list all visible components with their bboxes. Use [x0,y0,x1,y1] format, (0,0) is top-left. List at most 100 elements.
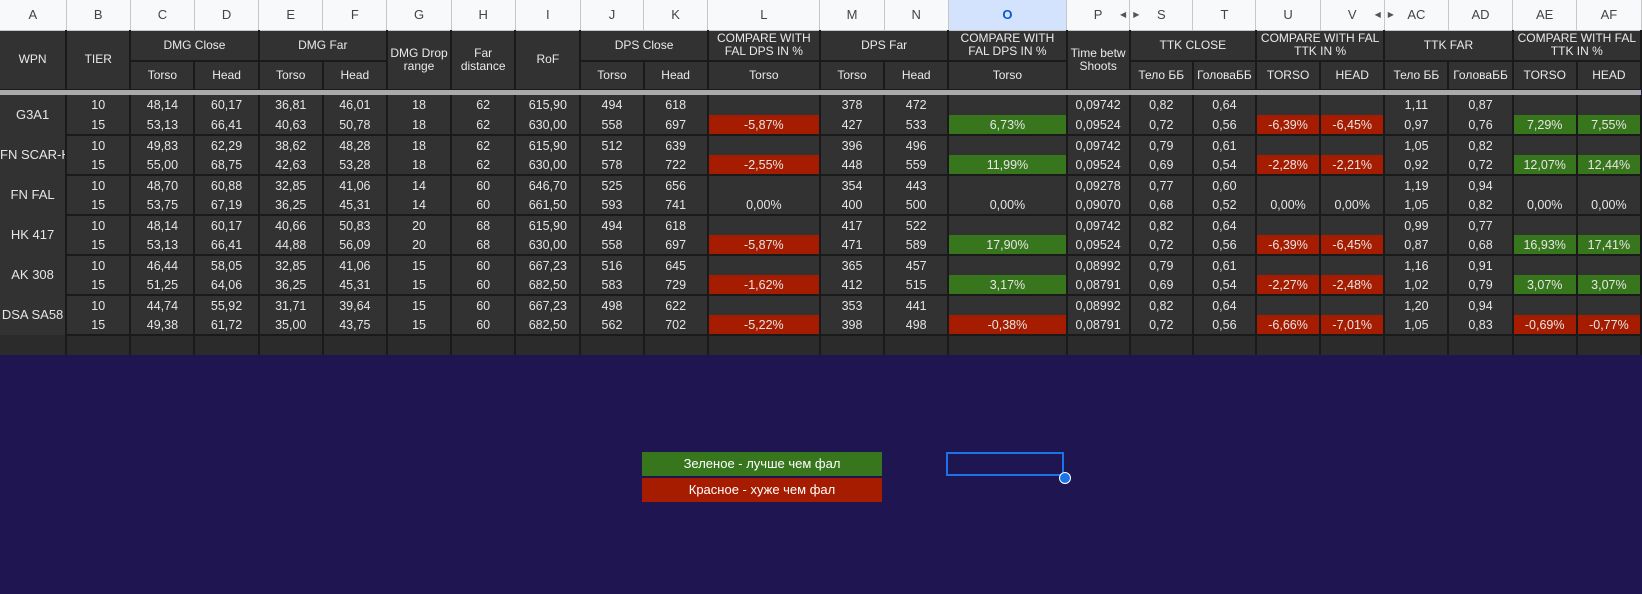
data-cell-k[interactable]: 656 [643,175,709,195]
data-cell-n[interactable]: 457 [884,255,950,275]
data-cell-i[interactable]: 682,50 [515,315,582,336]
data-cell-d[interactable]: 67,19 [194,195,260,216]
empty-cell[interactable] [130,335,196,355]
data-cell-k[interactable]: 697 [643,115,709,136]
data-cell-o[interactable] [948,175,1068,195]
data-cell-ae[interactable] [1512,175,1578,195]
header-cell[interactable]: DMG Far [258,30,388,62]
data-cell-k[interactable]: 645 [643,255,709,275]
data-cell-o[interactable] [948,215,1068,235]
data-cell-v[interactable]: -7,01% [1320,315,1386,336]
data-cell-p[interactable]: 0,09742 [1066,215,1131,235]
data-cell-e[interactable]: 44,88 [258,235,324,256]
data-cell-m[interactable]: 398 [819,315,886,336]
data-cell-c[interactable]: 48,70 [130,175,196,195]
data-cell-ad[interactable]: 0,82 [1448,195,1514,216]
column-header[interactable]: B [66,0,131,31]
column-header[interactable]: ▶ AC [1384,0,1449,31]
data-cell-e[interactable]: 32,85 [258,255,324,275]
data-cell-k[interactable]: 639 [643,135,709,155]
column-header[interactable]: AE [1512,0,1578,31]
data-cell-n[interactable]: 496 [884,135,950,155]
data-cell-p[interactable]: 0,08992 [1066,255,1131,275]
data-cell-j[interactable]: 494 [580,95,645,115]
data-cell-af[interactable] [1576,175,1642,195]
data-cell-f[interactable]: 41,06 [322,175,388,195]
subheader-cell[interactable]: Тело ББ [1129,61,1194,90]
data-cell-c[interactable]: 49,38 [130,315,196,336]
tier-cell[interactable]: 15 [66,195,132,216]
data-cell-u[interactable] [1255,255,1322,275]
data-cell-ae[interactable] [1512,135,1578,155]
header-cell[interactable]: COMPARE WITH FAL TTK IN % [1512,30,1642,62]
subheader-cell[interactable]: Torso [580,61,645,90]
data-cell-h[interactable]: 62 [451,155,517,176]
column-header[interactable]: I [515,0,581,31]
data-cell-m[interactable]: 471 [819,235,886,256]
data-cell-n[interactable]: 441 [884,295,950,315]
data-cell-g[interactable]: 20 [386,235,453,256]
data-cell-o[interactable]: 6,73% [948,115,1068,136]
data-cell-m[interactable]: 400 [819,195,886,216]
data-cell-ae[interactable]: 3,07% [1512,275,1578,296]
data-cell-ad[interactable]: 0,76 [1448,115,1514,136]
data-cell-e[interactable]: 36,25 [258,275,324,296]
data-cell-c[interactable]: 53,13 [130,235,196,256]
data-cell-g[interactable]: 18 [386,115,453,136]
data-cell-h[interactable]: 60 [451,175,517,195]
data-cell-ad[interactable]: 0,82 [1448,135,1514,155]
data-cell-u[interactable] [1255,135,1322,155]
data-cell-o[interactable] [948,95,1068,115]
data-cell-af[interactable]: 7,55% [1576,115,1642,136]
data-cell-t[interactable]: 0,64 [1192,295,1257,315]
data-cell-p[interactable]: 0,08791 [1066,275,1131,296]
data-cell-t[interactable]: 0,64 [1192,215,1257,235]
data-cell-m[interactable]: 417 [819,215,886,235]
data-cell-g[interactable]: 15 [386,295,453,315]
tier-cell[interactable]: 10 [66,95,132,115]
data-cell-af[interactable]: -0,77% [1576,315,1642,336]
data-cell-p[interactable]: 0,09524 [1066,115,1131,136]
subheader-cell[interactable]: Torso [707,61,821,90]
data-cell-t[interactable]: 0,54 [1192,155,1257,176]
data-cell-ac[interactable]: 1,11 [1384,95,1450,115]
empty-cell[interactable] [1384,335,1450,355]
data-cell-j[interactable]: 593 [580,195,645,216]
data-cell-u[interactable] [1255,175,1322,195]
header-cell[interactable]: COMPARE WITH FAL DPS IN % [707,30,821,62]
data-cell-g[interactable]: 14 [386,195,453,216]
data-cell-p[interactable]: 0,09742 [1066,135,1131,155]
data-cell-n[interactable]: 515 [884,275,950,296]
data-cell-l[interactable]: -1,62% [707,275,821,296]
selected-cell-outline[interactable] [946,452,1064,476]
data-cell-n[interactable]: 498 [884,315,950,336]
data-cell-e[interactable]: 36,81 [258,95,324,115]
header-cell[interactable]: TTK CLOSE [1129,30,1257,62]
data-cell-u[interactable]: -6,39% [1255,115,1322,136]
data-cell-ae[interactable] [1512,295,1578,315]
data-cell-l[interactable] [707,215,821,235]
data-cell-ae[interactable] [1512,215,1578,235]
data-cell-l[interactable] [707,95,821,115]
empty-cell[interactable] [1066,335,1131,355]
column-header[interactable]: K [643,0,709,31]
data-cell-e[interactable]: 31,71 [258,295,324,315]
data-cell-f[interactable]: 46,01 [322,95,388,115]
data-cell-p[interactable]: 0,09742 [1066,95,1131,115]
data-cell-e[interactable]: 38,62 [258,135,324,155]
data-cell-af[interactable]: 12,44% [1576,155,1642,176]
column-header[interactable]: E [258,0,324,31]
data-cell-l[interactable]: -2,55% [707,155,821,176]
empty-cell[interactable] [643,335,709,355]
data-cell-i[interactable]: 615,90 [515,135,582,155]
data-cell-n[interactable]: 589 [884,235,950,256]
data-cell-l[interactable]: -5,22% [707,315,821,336]
column-header[interactable]: T [1192,0,1257,31]
data-cell-v[interactable] [1320,215,1386,235]
data-cell-d[interactable]: 64,06 [194,275,260,296]
data-cell-j[interactable]: 578 [580,155,645,176]
data-cell-i[interactable]: 615,90 [515,95,582,115]
weapon-name-cell[interactable]: G3A1 [0,95,68,135]
data-cell-f[interactable]: 50,78 [322,115,388,136]
empty-cell[interactable] [1448,335,1514,355]
